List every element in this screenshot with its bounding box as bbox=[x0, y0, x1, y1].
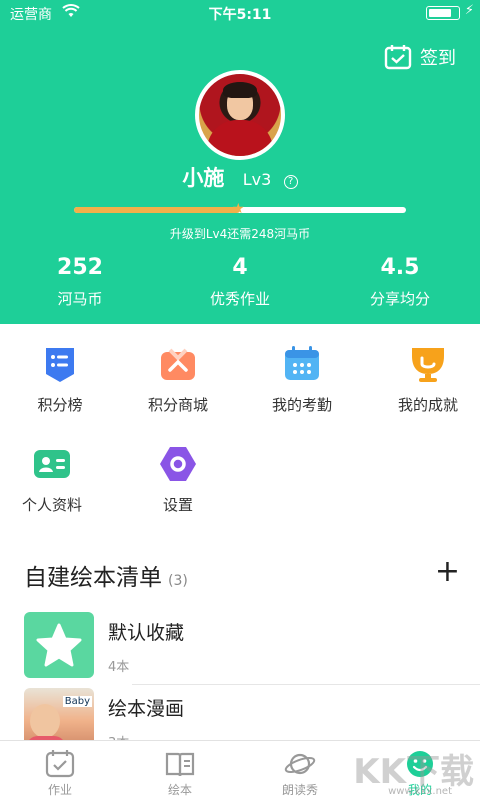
tab-label: 作业 bbox=[47, 783, 72, 797]
planet-icon bbox=[284, 753, 316, 775]
sign-in-button[interactable]: 签到 bbox=[384, 44, 456, 70]
menu-label: 我的考勤 bbox=[271, 396, 332, 414]
trophy-icon bbox=[412, 348, 444, 382]
tab-label: 绘本 bbox=[167, 783, 192, 797]
tab-label: 朗读秀 bbox=[281, 783, 318, 797]
booklist-title: 自建绘本清单 bbox=[24, 565, 162, 591]
menu-attendance[interactable]: 我的考勤 bbox=[242, 344, 362, 415]
menu-achievements[interactable]: 我的成就 bbox=[368, 344, 480, 415]
calendar-check-icon bbox=[384, 45, 412, 70]
stat-label: 优秀作业 bbox=[209, 290, 270, 308]
stat-share-score[interactable]: 4.5 分享均分 bbox=[320, 255, 480, 309]
battery-icon bbox=[426, 6, 460, 20]
settings-hexagon-icon bbox=[160, 447, 196, 481]
sign-in-label: 签到 bbox=[420, 48, 456, 69]
stat-label: 分享均分 bbox=[369, 290, 430, 308]
menu-profile[interactable]: 个人资料 bbox=[0, 444, 112, 515]
profile-header: 运营商 下午5:11 ⚡ 签到 小施 Lv3 ? ★ 升级到Lv4还需248河马… bbox=[0, 0, 480, 324]
progress-star-icon: ★ bbox=[232, 201, 245, 217]
stat-value: 252 bbox=[57, 255, 103, 280]
status-time: 下午5:11 bbox=[208, 7, 272, 23]
tab-books[interactable]: 绘本 bbox=[120, 741, 240, 800]
user-name: 小施 bbox=[182, 166, 225, 190]
level-progress-fill bbox=[74, 207, 240, 213]
shop-gift-icon bbox=[161, 348, 195, 380]
help-icon[interactable]: ? bbox=[283, 175, 298, 189]
calendar-icon bbox=[285, 346, 319, 380]
divider bbox=[132, 684, 480, 685]
book-icon bbox=[165, 752, 195, 777]
add-booklist-button[interactable]: + bbox=[435, 554, 460, 589]
user-level: Lv3 bbox=[242, 170, 272, 189]
tab-reading-show[interactable]: 朗读秀 bbox=[240, 741, 360, 800]
homework-icon bbox=[45, 750, 75, 778]
leaderboard-icon bbox=[46, 348, 74, 382]
status-bar: 运营商 下午5:11 ⚡ bbox=[0, 0, 480, 26]
profile-card-icon bbox=[34, 450, 70, 478]
menu-label: 积分商城 bbox=[147, 396, 208, 414]
booklist-count: (3) bbox=[168, 573, 188, 589]
stat-excellent-homework[interactable]: 4 优秀作业 bbox=[160, 255, 320, 309]
booklist-item-count: 4本 bbox=[108, 660, 130, 675]
menu-settings[interactable]: 设置 bbox=[118, 444, 238, 515]
user-info: 小施 Lv3 ? bbox=[0, 162, 480, 192]
booklist-item-title: 默认收藏 bbox=[108, 622, 185, 644]
stat-value: 4.5 bbox=[380, 255, 420, 280]
menu-leaderboard[interactable]: 积分榜 bbox=[0, 344, 120, 415]
menu-label: 我的成就 bbox=[397, 396, 458, 414]
cover-text: Baby bbox=[62, 696, 92, 707]
menu-label: 个人资料 bbox=[21, 496, 82, 514]
tab-homework[interactable]: 作业 bbox=[0, 741, 120, 800]
stat-value: 4 bbox=[232, 255, 248, 280]
stat-coins[interactable]: 252 河马币 bbox=[0, 255, 160, 309]
watermark-url: www.kkx.net bbox=[388, 786, 452, 797]
booklist-section-title: 自建绘本清单 (3) bbox=[24, 558, 188, 592]
charging-icon: ⚡ bbox=[464, 3, 474, 18]
menu-label: 积分榜 bbox=[37, 396, 83, 414]
avatar[interactable] bbox=[195, 70, 285, 160]
level-progress-bar: ★ bbox=[74, 201, 406, 217]
star-icon bbox=[24, 612, 94, 678]
menu-points-shop[interactable]: 积分商城 bbox=[118, 344, 238, 415]
booklist-item-title: 绘本漫画 bbox=[108, 698, 185, 720]
upgrade-hint: 升级到Lv4还需248河马币 bbox=[169, 227, 311, 241]
stat-label: 河马币 bbox=[57, 290, 103, 308]
menu-label: 设置 bbox=[162, 496, 193, 514]
stats-row: 252 河马币 4 优秀作业 4.5 分享均分 bbox=[0, 255, 480, 309]
